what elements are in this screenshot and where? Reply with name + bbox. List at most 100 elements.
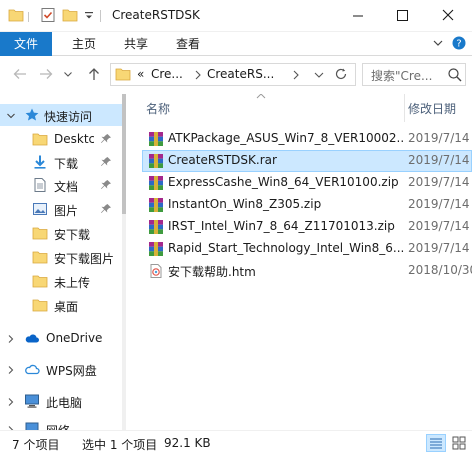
nav-scrollbar-thumb[interactable]: [122, 94, 126, 214]
nav-item-label: 安下载图片: [54, 252, 115, 266]
rar-archive-icon: [148, 241, 164, 257]
nav-item-network[interactable]: 网络: [0, 418, 122, 430]
selection-size: 92.1 KB: [164, 436, 211, 450]
selection-count: 选中 1 个项目: [82, 438, 158, 452]
up-arrow-icon[interactable]: [84, 64, 104, 84]
nav-item-label: Desktc: [54, 132, 96, 146]
maximize-button[interactable]: [380, 0, 424, 32]
nav-item-label: 安下载: [54, 228, 91, 242]
expand-chevron-right-icon[interactable]: [6, 396, 16, 410]
forward-arrow-icon[interactable]: [36, 64, 56, 84]
nav-item-onedrive[interactable]: OneDrive: [0, 327, 122, 349]
rar-archive-icon: [148, 197, 164, 213]
title-bar: CreateRSTDSK: [0, 0, 472, 32]
breadcrumb-separator-chevron-icon[interactable]: [291, 69, 301, 84]
file-row[interactable]: Rapid_Start_Technology_Intel_Win8_6... 2…: [142, 238, 472, 260]
nav-item-folder[interactable]: 桌面: [0, 294, 122, 316]
network-icon: [24, 421, 40, 430]
picture-icon: [32, 201, 48, 220]
rar-archive-icon: [148, 153, 164, 169]
help-icon[interactable]: ?: [452, 36, 466, 53]
svg-text:?: ?: [456, 39, 461, 50]
column-divider[interactable]: [404, 94, 405, 122]
pin-icon[interactable]: [100, 203, 112, 218]
file-name: InstantOn_Win8_Z305.zip: [168, 197, 322, 211]
close-button[interactable]: [426, 0, 470, 32]
large-icons-view-button[interactable]: [450, 434, 468, 452]
folder-icon[interactable]: [8, 7, 24, 26]
nav-item-label: 桌面: [54, 300, 79, 314]
back-arrow-icon[interactable]: [10, 64, 30, 84]
search-icon[interactable]: [447, 67, 463, 86]
refresh-icon[interactable]: [333, 66, 349, 85]
column-header-date[interactable]: 修改日期: [408, 100, 456, 117]
folder-icon: [32, 225, 48, 244]
search-input[interactable]: 搜索"Cre...: [362, 63, 466, 86]
html-file-icon: [148, 263, 164, 279]
nav-item-pictures[interactable]: 图片: [0, 198, 122, 220]
nav-item-label: OneDrive: [46, 331, 103, 345]
search-placeholder: 搜索"Cre...: [371, 69, 433, 83]
file-list: 名称 修改日期 ATKPackage_ASUS_Win7_8_VER10002.…: [128, 94, 472, 430]
file-row[interactable]: ExpressCashe_Win8_64_VER10100.zip 2019/7…: [142, 172, 472, 194]
minimize-button[interactable]: [336, 0, 380, 32]
properties-icon[interactable]: [40, 7, 56, 26]
new-folder-icon[interactable]: [62, 7, 78, 26]
nav-item-folder[interactable]: 安下载图片: [0, 246, 122, 268]
file-row[interactable]: ATKPackage_ASUS_Win7_8_VER10002... 2019/…: [142, 128, 472, 150]
nav-item-wps-cloud[interactable]: WPS网盘: [0, 358, 122, 380]
address-dropdown-chevron-icon[interactable]: [313, 69, 325, 84]
tab-share[interactable]: 共享: [112, 32, 160, 56]
recent-locations-chevron-icon[interactable]: [62, 64, 74, 84]
ribbon-expand-chevron-icon[interactable]: [432, 37, 444, 52]
file-name: ATKPackage_ASUS_Win7_8_VER10002...: [168, 131, 404, 145]
rar-archive-icon: [148, 131, 164, 147]
nav-item-desktop[interactable]: Desktc: [0, 128, 122, 150]
rar-archive-icon: [148, 175, 164, 191]
details-view-button[interactable]: [426, 434, 446, 452]
file-name: IRST_Intel_Win7_8_64_Z11701013.zip: [168, 219, 395, 233]
nav-item-label: 下载: [54, 157, 79, 171]
nav-item-documents[interactable]: 文档: [0, 174, 122, 196]
item-count: 7 个项目: [12, 438, 60, 452]
file-row[interactable]: InstantOn_Win8_Z305.zip 2019/7/14: [142, 194, 472, 216]
file-row[interactable]: 安下载帮助.htm 2018/10/30: [142, 260, 472, 282]
computer-icon: [24, 393, 40, 412]
breadcrumb-item[interactable]: CreateRS...: [207, 67, 274, 81]
file-row-selected[interactable]: CreateRSTDSK.rar 2019/7/14: [142, 150, 472, 172]
address-bar[interactable]: « Cre... CreateRS...: [110, 63, 356, 86]
breadcrumb-separator-chevron-icon[interactable]: [193, 69, 203, 84]
expand-chevron-down-icon[interactable]: [6, 110, 16, 124]
pin-icon[interactable]: [100, 179, 112, 194]
tab-file[interactable]: 文件: [0, 32, 52, 56]
document-icon: [32, 177, 48, 196]
file-row[interactable]: IRST_Intel_Win7_8_64_Z11701013.zip 2019/…: [142, 216, 472, 238]
nav-item-label: 快速访问: [44, 110, 93, 124]
file-name: ExpressCashe_Win8_64_VER10100.zip: [168, 175, 399, 189]
nav-item-downloads[interactable]: 下载: [0, 151, 122, 173]
sort-caret-icon: [256, 94, 266, 102]
nav-item-label: 图片: [54, 204, 79, 218]
tab-home[interactable]: 主页: [60, 32, 108, 56]
navigation-pane: 快速访问 Desktc 下载 文档 图片 安下载 安下载图片 未上传 桌面 On…: [0, 94, 122, 430]
nav-item-this-pc[interactable]: 此电脑: [0, 390, 122, 412]
breadcrumb-overflow[interactable]: «: [137, 67, 144, 81]
pin-icon[interactable]: [100, 133, 112, 148]
file-date: 2018/10/30: [408, 263, 472, 277]
file-date: 2019/7/14: [408, 241, 470, 255]
pin-icon[interactable]: [100, 156, 112, 171]
expand-chevron-right-icon[interactable]: [6, 364, 16, 378]
nav-item-label: 文档: [54, 180, 79, 194]
quick-access-dropdown-icon[interactable]: [84, 10, 94, 24]
breadcrumb-item[interactable]: Cre...: [151, 67, 183, 81]
folder-icon: [115, 66, 131, 85]
tab-view[interactable]: 查看: [164, 32, 212, 56]
file-date: 2019/7/14: [408, 175, 470, 189]
nav-item-folder[interactable]: 安下载: [0, 222, 122, 244]
nav-item-folder[interactable]: 未上传: [0, 270, 122, 292]
nav-item-quick-access[interactable]: 快速访问: [0, 104, 122, 126]
file-name: Rapid_Start_Technology_Intel_Win8_6...: [168, 241, 404, 255]
expand-chevron-right-icon[interactable]: [6, 333, 16, 347]
rar-archive-icon: [148, 219, 164, 235]
column-header-name[interactable]: 名称: [146, 100, 170, 117]
